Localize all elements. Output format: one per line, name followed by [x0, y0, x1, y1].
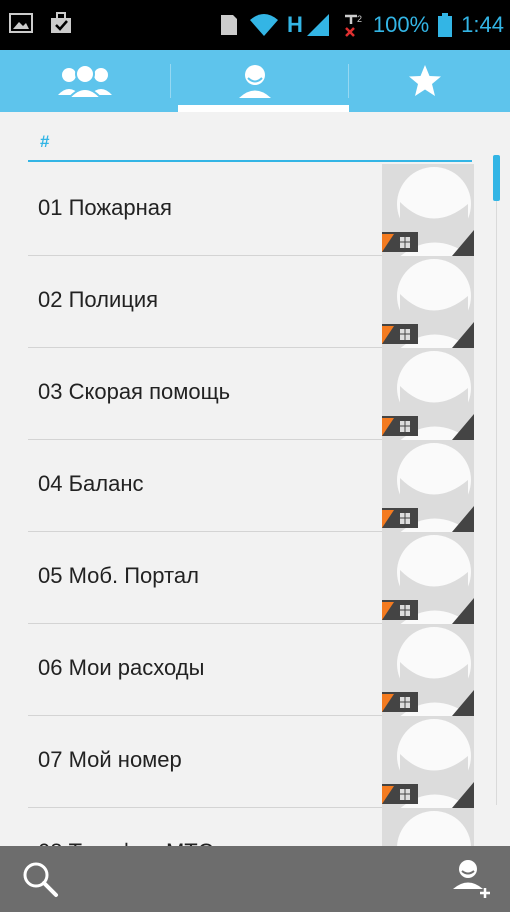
sim-badge-icon [382, 784, 418, 804]
briefcase-icon [51, 12, 71, 33]
contact-name: 03 Скорая помощь [38, 379, 231, 404]
add-contact-button[interactable] [432, 846, 510, 912]
tab-favorites[interactable] [340, 50, 510, 112]
sim-badge-icon [382, 600, 418, 620]
tab-bar [0, 50, 510, 112]
contact-avatar[interactable] [382, 440, 474, 532]
signal-icon [306, 14, 329, 36]
section-header-label: # [40, 132, 50, 151]
sim-badge-icon [382, 324, 418, 344]
contact-row[interactable]: 08 Телефон МТС [0, 808, 510, 846]
battery-icon [438, 13, 453, 37]
search-button[interactable] [0, 846, 80, 912]
wifi-icon [250, 14, 278, 36]
contact-avatar[interactable] [382, 808, 474, 846]
battery-percent: 100% [372, 12, 430, 37]
contact-avatar[interactable] [382, 348, 474, 440]
add-contact-icon [453, 860, 490, 898]
tab-contacts[interactable] [170, 50, 340, 112]
scrollbar-thumb[interactable] [493, 155, 500, 201]
scroll-track [496, 200, 497, 805]
contact-row[interactable]: 05 Моб. Портал [0, 532, 510, 624]
search-icon [23, 862, 58, 897]
contact-name: 06 Мои расходы [38, 655, 205, 680]
contact-avatar[interactable] [382, 256, 474, 348]
contact-row[interactable]: 06 Мои расходы [0, 624, 510, 716]
section-header: # [28, 130, 472, 162]
sim2-signal-icon: 2 [344, 14, 362, 37]
svg-text:2: 2 [357, 14, 362, 24]
contact-row[interactable]: 02 Полиция [0, 256, 510, 348]
gallery-icon [9, 13, 33, 33]
system-icons: H 2 100% 1:44 [215, 0, 504, 50]
tab-groups[interactable] [0, 50, 170, 112]
star-icon [409, 65, 441, 96]
contact-name: 08 Телефон МТС [38, 839, 214, 846]
contact-avatar[interactable] [382, 716, 474, 808]
bottom-action-bar [0, 846, 510, 912]
contact-name: 07 Мой номер [38, 747, 182, 772]
contact-list[interactable]: 01 Пожарная 02 Полиция 03 Скорая помощь 04 … [0, 164, 510, 846]
groups-icon [58, 64, 112, 99]
contact-name: 04 Баланс [38, 471, 144, 496]
contact-name: 02 Полиция [38, 287, 159, 312]
contact-row[interactable]: 04 Баланс [0, 440, 510, 532]
contact-avatar[interactable] [382, 624, 474, 716]
notification-icons [8, 10, 74, 36]
sd-card-icon [221, 15, 237, 35]
contact-row[interactable]: 07 Мой номер [0, 716, 510, 808]
contact-row[interactable]: 03 Скорая помощь [0, 348, 510, 440]
sim-badge-icon [382, 232, 418, 252]
contact-name: 05 Моб. Портал [38, 563, 199, 588]
sim-badge-icon [382, 508, 418, 528]
selected-tab-indicator [178, 105, 349, 112]
sim-badge-icon [382, 692, 418, 712]
contact-name: 01 Пожарная [38, 195, 172, 220]
sim-badge-icon [382, 416, 418, 436]
contact-row[interactable]: 01 Пожарная [0, 164, 510, 256]
clock: 1:44 [461, 12, 504, 37]
status-bar: H 2 100% 1:44 [0, 0, 510, 50]
contact-icon [239, 65, 271, 98]
contact-avatar[interactable] [382, 164, 474, 256]
contact-avatar[interactable] [382, 532, 474, 624]
default-avatar-icon [397, 811, 471, 846]
network-type: H [287, 12, 303, 37]
